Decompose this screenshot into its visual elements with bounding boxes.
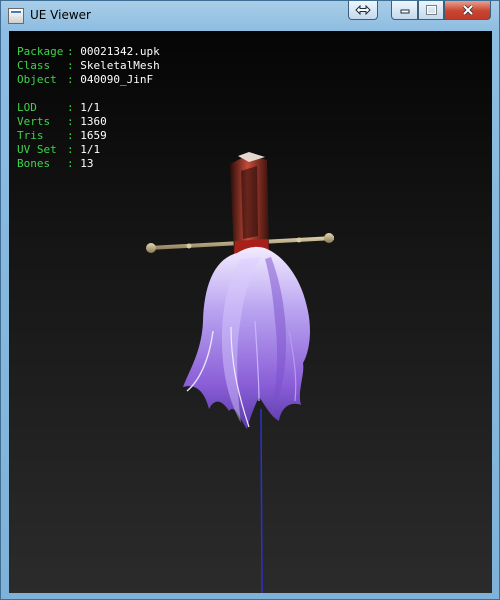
hair-mesh-model[interactable] [9, 31, 492, 593]
title-bar[interactable]: UE Viewer [1, 1, 500, 31]
window-title: UE Viewer [30, 8, 91, 22]
app-window-icon[interactable] [8, 8, 24, 24]
close-icon [462, 5, 473, 15]
minimize-icon [400, 9, 409, 14]
ue-viewer-window: UE Viewer Package: 00021342.upk Class: … [0, 0, 500, 600]
swap-button[interactable] [348, 1, 378, 20]
maximize-button[interactable] [418, 1, 444, 20]
maximize-icon [425, 5, 437, 15]
hair-ornament [230, 152, 269, 255]
swap-arrows-icon [355, 5, 371, 15]
skeleton-bone-line [260, 408, 263, 593]
minimize-button[interactable] [391, 1, 418, 20]
hair-bun [183, 246, 310, 429]
close-button[interactable] [444, 1, 491, 20]
3d-viewport[interactable]: Package: 00021342.upk Class: SkeletalMes… [9, 31, 492, 593]
